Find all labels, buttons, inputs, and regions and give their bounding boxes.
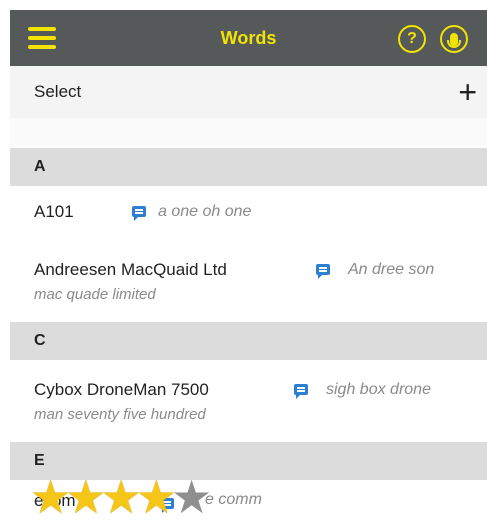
sounds-like-text: man seventy five hundred (34, 406, 206, 423)
word-text: Cybox DroneMan 7500 (34, 380, 209, 399)
speech-icon (132, 206, 146, 221)
pronunciation-text: sigh box drone (326, 381, 431, 398)
section-header-a: A (10, 148, 487, 186)
speech-icon (316, 264, 330, 279)
add-button[interactable]: + (458, 66, 477, 118)
star-icon: ★ (171, 471, 213, 523)
pronunciation-text: An dree son (348, 261, 435, 278)
toolbar: Select + (10, 66, 487, 118)
word-row-a101[interactable]: A101 a one oh one (10, 186, 487, 234)
word-row-andreesen[interactable]: Andreesen MacQuaid Ltd An dree son mac q… (10, 236, 487, 312)
partial-pronunciation-text: e comm (205, 491, 262, 508)
word-text: Andreesen MacQuaid Ltd (34, 260, 227, 279)
select-button[interactable]: Select (34, 66, 81, 118)
section-header-c: C (10, 322, 487, 360)
word-row-cybox[interactable]: Cybox DroneMan 7500 sigh box drone man s… (10, 360, 487, 440)
section-letter: C (34, 332, 46, 349)
star-rating: ★ ★ ★ ★ ★ (30, 474, 212, 520)
sounds-like-text: mac quade limited (34, 286, 156, 303)
section-letter: A (34, 158, 46, 175)
microphone-icon[interactable] (440, 25, 468, 53)
pronunciation-text: a one oh one (158, 203, 252, 220)
word-text: A101 (34, 202, 74, 221)
help-icon[interactable]: ? (398, 25, 426, 53)
spacer (10, 118, 487, 146)
speech-icon (294, 384, 308, 399)
app-header: Words ? (10, 10, 487, 66)
